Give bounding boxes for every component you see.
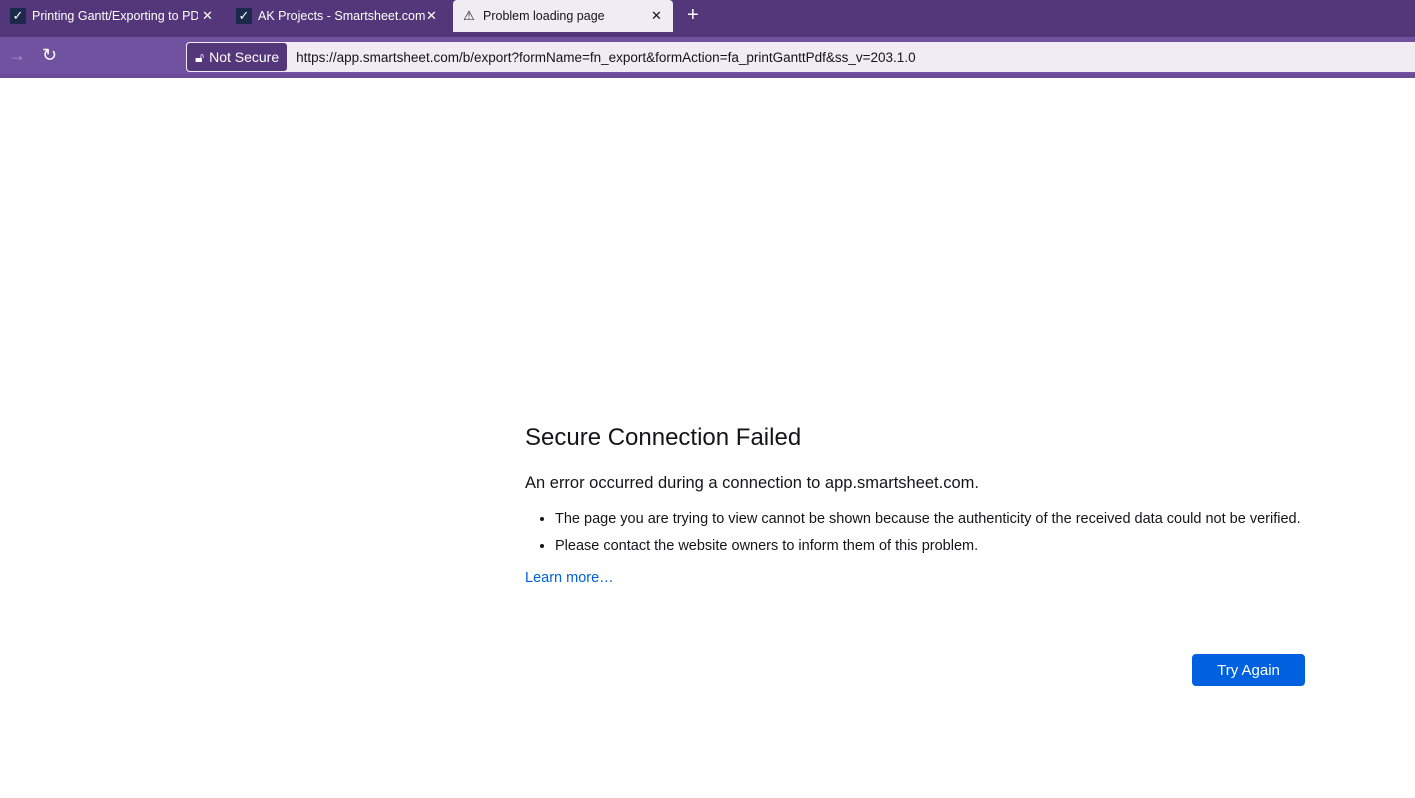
tab-title: AK Projects - Smartsheet.com (258, 9, 426, 23)
list-item: Please contact the website owners to inf… (555, 536, 1305, 557)
error-page: Secure Connection Failed An error occurr… (525, 424, 1305, 686)
new-tab-button[interactable]: + (687, 4, 699, 27)
forward-icon[interactable]: → (8, 45, 26, 66)
list-item: The page you are trying to view cannot b… (555, 509, 1305, 530)
url-text[interactable]: https://app.smartsheet.com/b/export?form… (296, 50, 915, 65)
address-bar[interactable]: 🔓︎ Not Secure https://app.smartsheet.com… (186, 42, 1415, 72)
close-tab-icon[interactable]: ✕ (651, 8, 662, 24)
toolbar-divider (0, 74, 1415, 78)
tab-bar: ✓ Printing Gantt/Exporting to PDF ✕ ✓ AK… (0, 0, 1415, 37)
broken-lock-icon: 🔓︎ (195, 48, 205, 65)
tab-ak-projects[interactable]: ✓ AK Projects - Smartsheet.com ✕ (236, 0, 446, 32)
warning-icon: ⚠ (463, 8, 475, 23)
tab-title: Printing Gantt/Exporting to PDF (32, 9, 198, 23)
not-secure-badge[interactable]: 🔓︎ Not Secure (186, 42, 289, 72)
tab-problem-loading[interactable]: ⚠ Problem loading page ✕ (453, 0, 673, 32)
smartsheet-icon: ✓ (236, 8, 252, 24)
reload-icon[interactable]: ↻ (42, 45, 57, 66)
smartsheet-icon: ✓ (10, 8, 26, 24)
error-subtitle: An error occurred during a connection to… (525, 474, 979, 492)
tab-printing-gantt[interactable]: ✓ Printing Gantt/Exporting to PDF ✕ (10, 0, 220, 32)
tab-title: Problem loading page (483, 9, 605, 23)
close-tab-icon[interactable]: ✕ (426, 8, 437, 24)
security-label: Not Secure (209, 49, 280, 65)
try-again-button[interactable]: Try Again (1192, 654, 1305, 686)
learn-more-link[interactable]: Learn more… (525, 570, 614, 586)
close-tab-icon[interactable]: ✕ (202, 8, 213, 24)
error-details: The page you are trying to view cannot b… (555, 509, 1305, 557)
error-title: Secure Connection Failed (525, 424, 802, 451)
